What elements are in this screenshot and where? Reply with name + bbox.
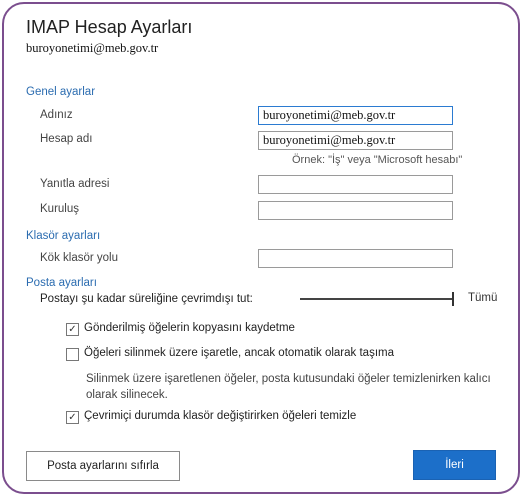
reply-address-label: Yanıtla adresi <box>40 178 110 190</box>
reset-mail-settings-button[interactable]: Posta ayarlarını sıfırla <box>26 451 180 481</box>
name-label: Adınız <box>40 109 73 121</box>
dialog-title: IMAP Hesap Ayarları <box>26 17 193 37</box>
account-email: buroyonetimi@meb.gov.tr <box>26 41 159 55</box>
offline-duration-slider[interactable] <box>300 298 454 300</box>
save-sent-checkbox[interactable]: ✓ <box>66 323 79 336</box>
reply-address-input[interactable] <box>258 175 453 194</box>
organization-label: Kuruluş <box>40 203 79 215</box>
checkmark-icon: ✓ <box>68 412 77 423</box>
purge-items-label: Çevrimiçi durumda klasör değiştirirken ö… <box>84 410 357 422</box>
mail-settings-heading: Posta ayarları <box>26 277 97 289</box>
mark-deleted-label: Öğeleri silinmek üzere işaretle, ancak o… <box>84 347 394 359</box>
folder-settings-heading: Klasör ayarları <box>26 230 101 242</box>
general-settings-heading: Genel ayarlar <box>26 86 96 98</box>
root-folder-input[interactable] <box>258 249 453 268</box>
name-input[interactable]: buroyonetimi@meb.gov.tr <box>258 106 453 125</box>
next-button[interactable]: İleri <box>413 450 496 480</box>
reset-mail-settings-label: Posta ayarlarını sıfırla <box>47 460 159 472</box>
account-name-example-hint: Örnek: "İş" veya "Microsoft hesabı" <box>292 154 463 166</box>
organization-input[interactable] <box>258 201 453 220</box>
account-name-label: Hesap adı <box>40 133 93 145</box>
mark-deleted-description: Silinmek üzere işaretlenen öğeler, posta… <box>86 373 491 401</box>
offline-duration-value: Tümü <box>468 292 498 304</box>
account-name-input[interactable]: buroyonetimi@meb.gov.tr <box>258 131 453 150</box>
mark-deleted-checkbox[interactable] <box>66 348 79 361</box>
offline-duration-label: Postayı şu kadar süreliğine çevrimdışı t… <box>40 293 253 305</box>
checkmark-icon: ✓ <box>68 324 77 335</box>
purge-items-checkbox[interactable]: ✓ <box>66 411 79 424</box>
save-sent-label: Gönderilmiş öğelerin kopyasını kaydetme <box>84 322 295 334</box>
next-button-label: İleri <box>445 459 464 471</box>
offline-duration-slider-thumb[interactable] <box>452 292 454 306</box>
root-folder-label: Kök klasör yolu <box>40 252 118 264</box>
